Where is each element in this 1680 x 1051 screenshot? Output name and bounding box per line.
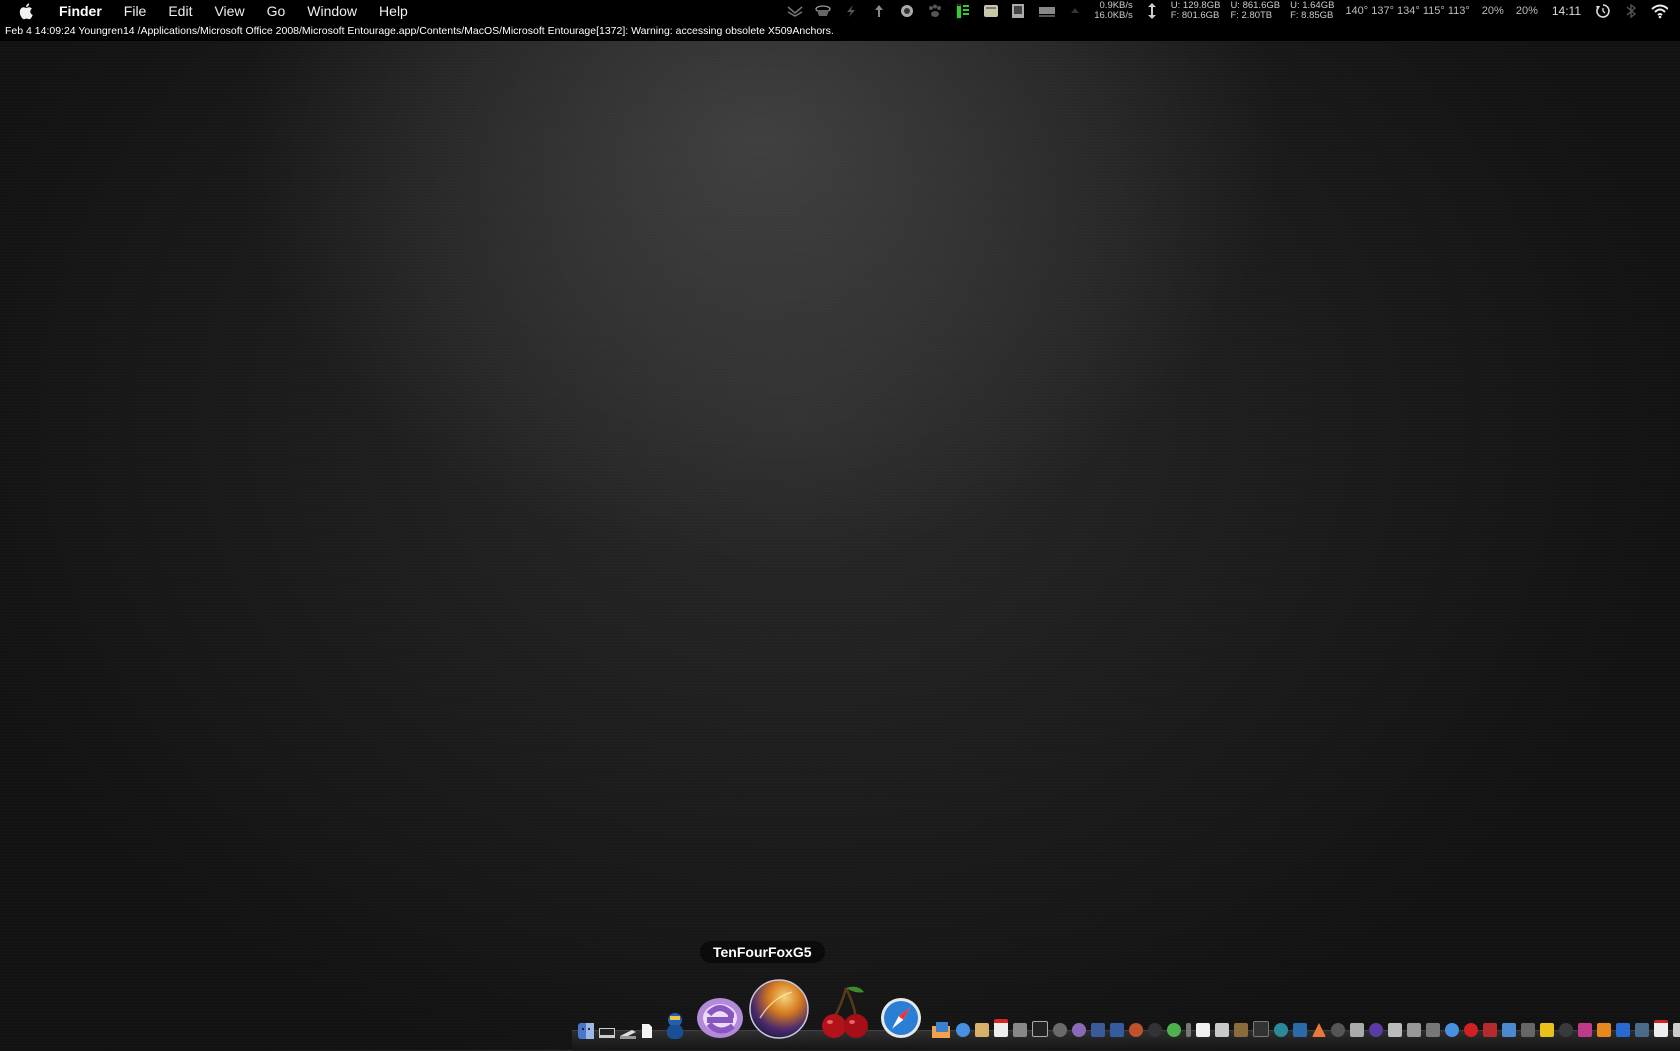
- paw-icon[interactable]: [926, 3, 944, 19]
- menu-help[interactable]: Help: [379, 3, 408, 19]
- xbox-icon[interactable]: [1167, 1023, 1181, 1037]
- bridge-icon[interactable]: [1559, 1023, 1573, 1037]
- monitor-icon[interactable]: [1038, 3, 1056, 19]
- dock: [575, 970, 1680, 1040]
- menu-clock[interactable]: 14:11: [1552, 4, 1581, 18]
- textedit-icon[interactable]: [1196, 1023, 1210, 1037]
- pen-icon[interactable]: [1186, 1023, 1191, 1037]
- fireworks-icon[interactable]: [1540, 1023, 1554, 1037]
- brush-icon[interactable]: [1483, 1023, 1497, 1037]
- notes-icon[interactable]: [982, 3, 1000, 19]
- acrobat-icon[interactable]: [1654, 1020, 1668, 1037]
- scanner-app-icon[interactable]: [1426, 1023, 1440, 1037]
- eject-icon[interactable]: [1066, 3, 1084, 19]
- ichat-icon[interactable]: [956, 1023, 970, 1037]
- time-machine-app-icon[interactable]: [1274, 1023, 1288, 1037]
- silverlight-icon[interactable]: [1331, 1023, 1345, 1037]
- upload-arrow-icon[interactable]: [870, 3, 888, 19]
- disk2-usage[interactable]: U: 861.6GB F: 2.80TB: [1230, 1, 1280, 21]
- bowling-ball-icon[interactable]: [1148, 1023, 1162, 1037]
- safari-icon[interactable]: [879, 996, 923, 1040]
- photoshop-icon[interactable]: [1616, 1023, 1630, 1037]
- camera-icon[interactable]: [1350, 1023, 1364, 1037]
- menu-finder[interactable]: Finder: [59, 3, 102, 19]
- menu-edit[interactable]: Edit: [168, 3, 192, 19]
- menu-window[interactable]: Window: [307, 3, 357, 19]
- lungs-icon[interactable]: [786, 3, 804, 19]
- coffee-cup-icon[interactable]: [814, 3, 832, 19]
- refresh-icon[interactable]: [1445, 1023, 1459, 1037]
- terminal-icon[interactable]: [598, 1024, 616, 1040]
- menu-file[interactable]: File: [124, 3, 147, 19]
- wifi-icon[interactable]: [1650, 3, 1668, 19]
- guitar-icon[interactable]: [1129, 1023, 1143, 1037]
- clapper-icon[interactable]: [1032, 1021, 1048, 1037]
- menu-view[interactable]: View: [214, 3, 244, 19]
- red-ball-icon[interactable]: [1464, 1023, 1478, 1037]
- temperature-readout[interactable]: 140° 137° 134° 115° 113°: [1345, 5, 1469, 17]
- memory-meter-icon[interactable]: [954, 3, 972, 19]
- scanner-icon[interactable]: [619, 1026, 637, 1040]
- network-speed[interactable]: 0.9KB/s 16.0KB/s: [1094, 1, 1133, 21]
- image-capture-icon[interactable]: [1407, 1023, 1421, 1037]
- finder-icon[interactable]: [577, 1022, 595, 1040]
- preview-icon[interactable]: [1215, 1023, 1229, 1037]
- disk3-usage[interactable]: U: 1.64GB F: 8.85GB: [1290, 1, 1334, 21]
- dashboard-icon[interactable]: [1253, 1021, 1269, 1037]
- calendar-icon[interactable]: [994, 1019, 1008, 1037]
- adium-icon[interactable]: [663, 1010, 687, 1040]
- webcam-icon[interactable]: [898, 3, 916, 19]
- dvd-player-icon[interactable]: [1072, 1023, 1086, 1037]
- keynote-icon[interactable]: [1521, 1023, 1535, 1037]
- disk2-free: F: 2.80TB: [1230, 11, 1280, 21]
- star-icon[interactable]: [1110, 1023, 1124, 1037]
- indesign-icon[interactable]: [1578, 1023, 1592, 1037]
- cpu2-usage[interactable]: 20%: [1516, 5, 1538, 17]
- disk3-free: F: 8.85GB: [1290, 11, 1334, 21]
- film-reel-icon[interactable]: [1053, 1023, 1067, 1037]
- disk1-free: F: 801.6GB: [1171, 11, 1221, 21]
- printer-icon[interactable]: [1388, 1023, 1402, 1037]
- bluetooth-icon[interactable]: [1622, 3, 1640, 19]
- cone-icon[interactable]: [1312, 1023, 1326, 1037]
- entourage-icon[interactable]: [695, 994, 745, 1040]
- menu-go[interactable]: Go: [267, 3, 286, 19]
- menu-extras: 0.9KB/s 16.0KB/s U: 129.8GB F: 801.6GB U…: [781, 0, 1680, 22]
- document-icon[interactable]: [640, 1022, 654, 1040]
- time-machine-icon[interactable]: [1594, 3, 1612, 19]
- folder-icon[interactable]: [975, 1023, 989, 1037]
- dock-tooltip: TenFourFoxG5: [700, 941, 825, 963]
- updown-arrow-icon: [1143, 3, 1161, 19]
- acrobat-distiller-icon[interactable]: [1673, 1023, 1680, 1037]
- imovie-icon[interactable]: [1091, 1023, 1105, 1037]
- drive-icon[interactable]: [1010, 3, 1028, 19]
- font-book-icon[interactable]: [1293, 1023, 1307, 1037]
- dock-small-icons: [929, 1019, 1680, 1040]
- photo-booth-icon[interactable]: [1013, 1023, 1027, 1037]
- apple-logo-icon[interactable]: [16, 0, 38, 22]
- lightroom-icon[interactable]: [1635, 1023, 1649, 1037]
- bolt-icon[interactable]: [842, 3, 860, 19]
- tenfourfox-icon[interactable]: [748, 978, 810, 1040]
- net-down-rate: 16.0KB/s: [1094, 11, 1133, 21]
- cpu1-usage[interactable]: 20%: [1482, 5, 1504, 17]
- disk1-usage[interactable]: U: 129.8GB F: 801.6GB: [1171, 1, 1221, 21]
- desktop-background: [0, 0, 1680, 1050]
- mail-icon[interactable]: [930, 1020, 952, 1040]
- menu-bar: Finder File Edit View Go Window Help: [0, 0, 1680, 22]
- console-message: Feb 4 14:09:24 Youngren14 /Applications/…: [0, 22, 1680, 41]
- cherry-icon[interactable]: [818, 984, 872, 1040]
- iphoto-icon[interactable]: [1234, 1023, 1248, 1037]
- clock-icon[interactable]: [1369, 1023, 1383, 1037]
- illustrator-icon[interactable]: [1597, 1023, 1611, 1037]
- network-icon[interactable]: [1502, 1023, 1516, 1037]
